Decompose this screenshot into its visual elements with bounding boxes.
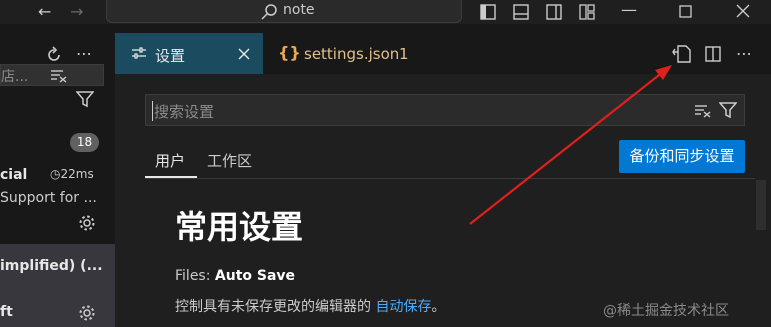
back-arrow-icon[interactable]: ← bbox=[38, 0, 51, 24]
toggle-primary-sidebar-icon[interactable] bbox=[480, 4, 496, 20]
auto-save-link[interactable]: 自动保存 bbox=[375, 299, 431, 315]
json-braces-icon: {} bbox=[278, 43, 301, 62]
forward-arrow-icon[interactable]: → bbox=[70, 0, 83, 24]
problems-count: 1 bbox=[399, 45, 409, 63]
tab-workspace[interactable]: 工作区 bbox=[207, 150, 252, 171]
gear-icon[interactable] bbox=[78, 304, 96, 322]
tab-label: settings.json bbox=[304, 45, 400, 63]
setting-description: 控制具有未保存更改的编辑器的 自动保存。 bbox=[175, 299, 446, 315]
filter-icon[interactable] bbox=[719, 101, 737, 119]
text-cursor bbox=[152, 101, 153, 121]
tab-user[interactable]: 用户 bbox=[155, 150, 185, 171]
refresh-icon[interactable] bbox=[45, 46, 63, 64]
activation-time: ◷22ms bbox=[50, 167, 94, 181]
annotation-arrow bbox=[469, 65, 672, 225]
toggle-panel-icon[interactable] bbox=[513, 4, 529, 20]
tab-label: 设置 bbox=[155, 47, 186, 65]
extension-publisher: ft bbox=[0, 304, 13, 320]
more-actions-icon[interactable]: ⋯ bbox=[736, 44, 752, 63]
search-icon bbox=[261, 4, 277, 20]
minimize-icon[interactable]: — bbox=[621, 0, 637, 22]
tab-settings-json[interactable]: {} settings.json 1 bbox=[263, 33, 423, 76]
settings-sliders-icon bbox=[132, 47, 146, 59]
gear-icon[interactable] bbox=[78, 214, 96, 232]
section-heading: 常用设置 bbox=[175, 208, 304, 246]
extension-title: cial bbox=[0, 167, 28, 183]
toggle-secondary-sidebar-icon[interactable] bbox=[546, 4, 562, 20]
clock-icon: ◷ bbox=[50, 167, 61, 181]
split-editor-icon[interactable] bbox=[705, 46, 721, 62]
selected-extension-item[interactable] bbox=[0, 244, 115, 327]
search-text: note bbox=[283, 2, 315, 18]
clear-filter-icon[interactable] bbox=[694, 104, 712, 118]
clear-filter-icon[interactable] bbox=[50, 69, 68, 83]
extension-search-text: 店... bbox=[1, 69, 29, 85]
close-tab-icon[interactable] bbox=[238, 48, 250, 60]
watermark: @稀土掘金技术社区 bbox=[603, 303, 729, 319]
filter-icon[interactable] bbox=[76, 90, 94, 108]
maximize-icon[interactable] bbox=[679, 5, 692, 18]
scrollbar[interactable] bbox=[756, 180, 766, 230]
tab-settings[interactable]: 设置 bbox=[115, 33, 263, 76]
customize-layout-icon[interactable] bbox=[579, 4, 595, 20]
command-center-search[interactable]: note bbox=[106, 0, 462, 23]
installed-count-badge: 18 bbox=[70, 133, 99, 152]
extension-search-input[interactable]: 店... bbox=[0, 64, 104, 86]
extension-description: Support for ... bbox=[0, 190, 97, 206]
settings-search-placeholder: 搜索设置 bbox=[154, 103, 215, 121]
more-actions-icon[interactable]: ⋯ bbox=[76, 44, 92, 63]
setting-label: Files: Auto Save bbox=[175, 268, 296, 284]
close-window-icon[interactable] bbox=[736, 4, 750, 18]
extension-title: implified) (... bbox=[0, 258, 103, 274]
